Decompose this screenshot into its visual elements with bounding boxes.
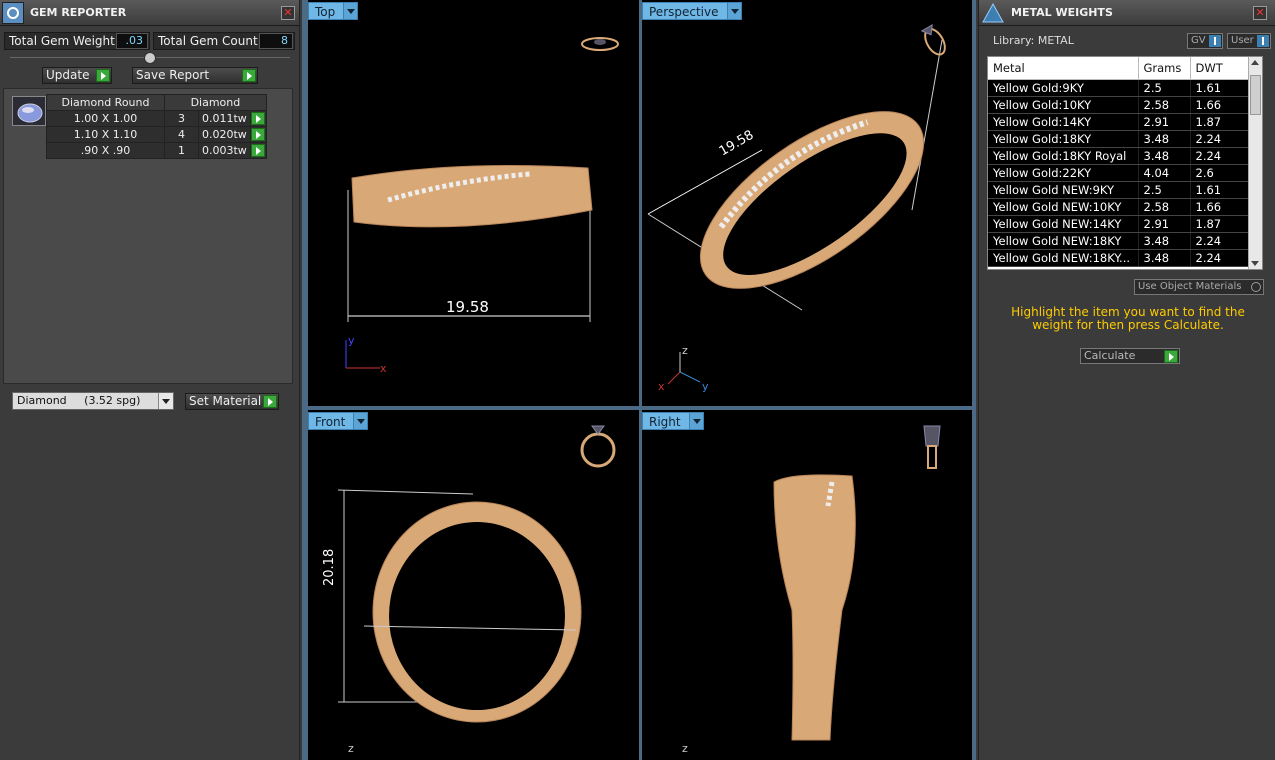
svg-text:x: x: [380, 362, 387, 375]
gv-toggle[interactable]: GV: [1187, 33, 1223, 49]
viewport-grid: x y 19.58 Top x y z 19.58 Perspective z …: [302, 0, 976, 760]
chevron-down-icon: [343, 3, 358, 19]
viewport-front[interactable]: z 20.18 Front: [308, 410, 639, 760]
collapse-handle-icon[interactable]: [144, 52, 156, 64]
table-row[interactable]: Yellow Gold:22KY 4.04 2.6: [988, 164, 1250, 182]
gem-list: Diamond Round Diamond 1.00 X 1.00 3 0.01…: [3, 88, 293, 384]
total-gem-count-value: 8: [259, 33, 293, 49]
use-object-materials-toggle[interactable]: Use Object Materials: [1134, 279, 1264, 295]
set-material-button[interactable]: Set Material: [185, 393, 279, 410]
chevron-down-icon: [726, 3, 741, 19]
table-row[interactable]: Yellow Gold:18KY Royal 3.48 2.24: [988, 147, 1250, 165]
calculate-button[interactable]: Calculate: [1080, 348, 1180, 364]
column-metal[interactable]: Metal: [988, 57, 1139, 80]
svg-text:y: y: [348, 334, 355, 347]
scroll-thumb[interactable]: [1250, 75, 1261, 115]
row-go-button[interactable]: [249, 110, 267, 127]
save-report-button[interactable]: Save Report: [132, 67, 258, 84]
metal-weights-title: METAL WEIGHTS: [1011, 6, 1113, 19]
tab-perspective[interactable]: Perspective: [642, 2, 742, 20]
metal-weights-icon: [981, 2, 1005, 24]
svg-text:x: x: [658, 380, 665, 393]
close-icon[interactable]: ✕: [281, 5, 295, 20]
table-row[interactable]: Yellow Gold:9KY 2.5 1.61: [988, 79, 1250, 97]
scroll-down-icon[interactable]: [1251, 261, 1259, 266]
table-row[interactable]: Yellow Gold NEW:14KY 2.91 1.87: [988, 215, 1250, 233]
table-row[interactable]: Yellow Gold:14KY 2.91 1.87: [988, 113, 1250, 131]
table-row[interactable]: Yellow Gold NEW:18KY 3.48 2.24: [988, 232, 1250, 250]
play-icon: [96, 69, 110, 82]
top-dimension: 19.58: [446, 298, 489, 316]
close-icon[interactable]: ✕: [1253, 5, 1267, 20]
chevron-down-icon: [353, 413, 368, 429]
gem-reporter-icon: [2, 1, 24, 24]
table-row[interactable]: Yellow Gold NEW:10KY 2.58 1.66: [988, 198, 1250, 216]
viewport-right[interactable]: z Right: [642, 410, 972, 760]
update-button[interactable]: Update: [42, 67, 112, 84]
gem-table: Diamond Round Diamond 1.00 X 1.00 3 0.01…: [46, 94, 267, 159]
radio-icon: [1251, 282, 1261, 292]
gem-row[interactable]: 1.10 X 1.10 4 0.020tw: [46, 126, 267, 143]
material-select[interactable]: Diamond (3.52 spg): [12, 392, 174, 410]
library-label: Library: METAL: [993, 34, 1074, 47]
metal-table[interactable]: Metal Grams DWT Yellow Gold:9KY 2.5 1.61 Y…: [987, 56, 1263, 270]
front-dimension: 20.18: [322, 548, 337, 586]
tab-top[interactable]: Top: [308, 2, 359, 20]
chevron-down-icon: [158, 393, 173, 409]
gem-header-shape: Diamond Round: [46, 94, 165, 111]
row-go-button[interactable]: [249, 126, 267, 143]
gem-reporter-panel: GEM REPORTER ✕ Total Gem Weight .03 Tota…: [0, 0, 300, 760]
toggle-indicator-icon: [1257, 35, 1269, 47]
diamond-round-icon[interactable]: [12, 96, 46, 126]
row-go-button[interactable]: [249, 142, 267, 159]
metal-table-scrollbar[interactable]: [1248, 57, 1262, 269]
metal-weights-panel: METAL WEIGHTS ✕ Library: METAL GV User M…: [978, 0, 1275, 760]
play-icon: [263, 395, 277, 408]
table-row[interactable]: Yellow Gold NEW:18KY... 3.48 2.24: [988, 249, 1250, 267]
user-toggle[interactable]: User: [1227, 33, 1271, 49]
svg-text:z: z: [348, 742, 354, 755]
viewport-perspective[interactable]: x y z 19.58 Perspective: [642, 0, 972, 406]
column-dwt[interactable]: DWT: [1190, 57, 1250, 80]
chevron-down-icon: [688, 413, 703, 429]
toggle-indicator-icon: [1209, 35, 1221, 47]
table-row[interactable]: Yellow Gold:18KY 3.48 2.24: [988, 130, 1250, 148]
total-gem-weight-value: .03: [116, 33, 148, 49]
metal-weights-titlebar: METAL WEIGHTS ✕: [979, 0, 1275, 26]
table-row[interactable]: Yellow Gold NEW:9KY 2.5 1.61: [988, 181, 1250, 199]
scroll-up-icon[interactable]: [1251, 60, 1259, 65]
column-grams[interactable]: Grams: [1138, 57, 1191, 80]
play-icon: [1164, 350, 1178, 363]
gem-row[interactable]: .90 X .90 1 0.003tw: [46, 142, 267, 159]
gem-header-type: Diamond: [164, 94, 267, 111]
gem-reporter-title: GEM REPORTER: [30, 6, 127, 19]
svg-text:z: z: [682, 344, 688, 357]
tab-front[interactable]: Front: [308, 412, 369, 430]
svg-text:z: z: [682, 742, 688, 755]
table-row[interactable]: Yellow Gold:10KY 2.58 1.66: [988, 96, 1250, 114]
gem-reporter-titlebar: GEM REPORTER ✕: [0, 0, 299, 26]
calculate-hint: Highlight the item you want to find the …: [1011, 305, 1245, 332]
svg-text:y: y: [702, 380, 709, 393]
gem-row[interactable]: 1.00 X 1.00 3 0.011tw: [46, 110, 267, 127]
viewport-top[interactable]: x y 19.58 Top: [308, 0, 639, 406]
play-icon: [242, 69, 256, 82]
tab-right[interactable]: Right: [642, 412, 704, 430]
